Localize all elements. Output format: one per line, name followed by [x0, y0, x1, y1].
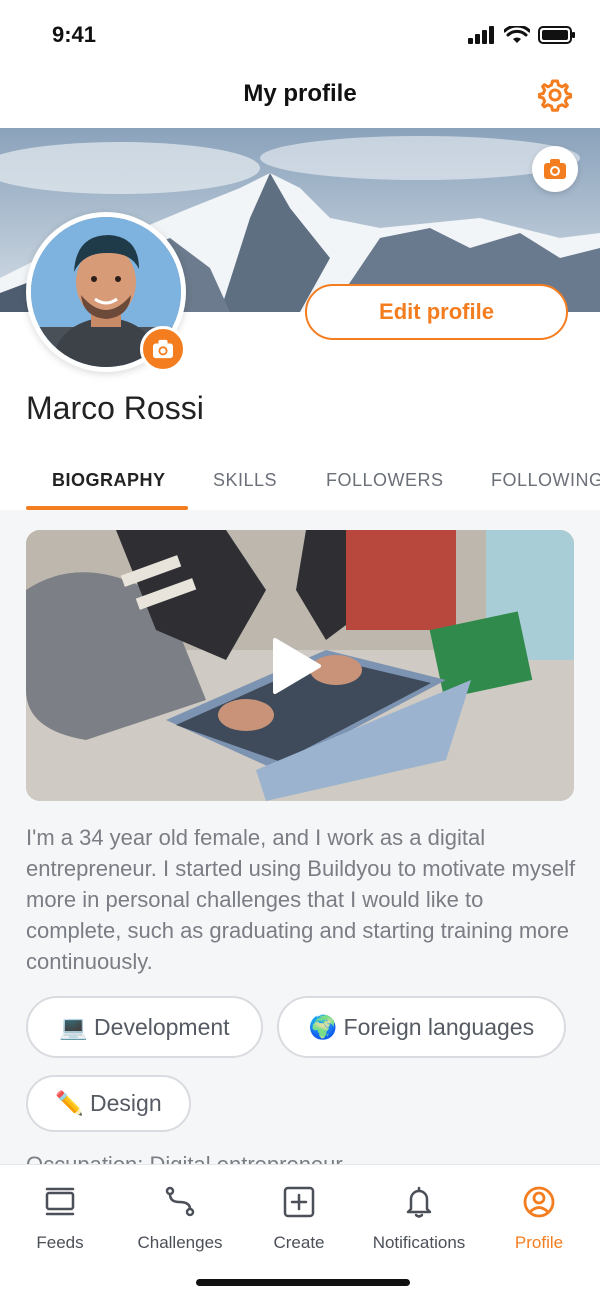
signal-icon: [468, 26, 494, 44]
interest-chip-design[interactable]: ✏️ Design: [26, 1075, 191, 1132]
pencil-icon: ✏️: [55, 1090, 85, 1116]
gear-icon[interactable]: [538, 78, 572, 112]
tabbar-item-notifications[interactable]: Notifications: [359, 1185, 479, 1253]
tabbar-item-profile[interactable]: Profile: [479, 1185, 599, 1253]
camera-icon: [153, 339, 173, 359]
tabbar-item-create[interactable]: Create: [239, 1185, 359, 1253]
tab-following[interactable]: FOLLOWING: [491, 470, 600, 491]
tabbar-item-challenges[interactable]: Challenges: [120, 1185, 240, 1253]
wifi-icon: [504, 26, 530, 43]
camera-icon: [544, 159, 566, 179]
home-indicator: [196, 1279, 410, 1286]
status-bar: 9:41: [0, 0, 600, 70]
tab-followers[interactable]: FOLLOWERS: [326, 470, 444, 491]
chip-label: Foreign languages: [343, 1013, 535, 1040]
play-icon[interactable]: [265, 636, 325, 696]
page-title: My profile: [243, 80, 357, 107]
tabbar-item-feeds[interactable]: Feeds: [0, 1185, 120, 1253]
tab-biography[interactable]: BIOGRAPHY: [52, 470, 166, 491]
tabbar-label: Feeds: [36, 1233, 84, 1252]
interest-chip-development[interactable]: 💻 Development: [26, 996, 263, 1058]
change-cover-button[interactable]: [532, 146, 578, 192]
profile-icon: [523, 1186, 555, 1218]
interest-chip-foreign-languages[interactable]: 🌍 Foreign languages: [277, 996, 566, 1058]
laptop-icon: 💻: [59, 1013, 89, 1040]
tabbar-label: Profile: [514, 1233, 564, 1252]
feeds-icon: [45, 1187, 75, 1216]
challenges-icon: [165, 1186, 195, 1217]
tabbar-label: Notifications: [372, 1233, 466, 1252]
status-icons: [468, 26, 576, 44]
globe-icon: 🌍: [308, 1013, 338, 1040]
active-tab-indicator: [26, 506, 188, 510]
tabbar-label: Challenges: [137, 1233, 223, 1252]
profile-tabs: BIOGRAPHY SKILLS FOLLOWERS FOLLOWING: [0, 458, 600, 510]
bell-icon: [406, 1186, 432, 1218]
battery-icon: [538, 26, 575, 44]
create-icon: [283, 1186, 315, 1218]
chip-label: Design: [90, 1090, 162, 1116]
tabbar-label: Create: [273, 1233, 325, 1252]
status-time: 9:41: [52, 22, 97, 47]
edit-profile-button[interactable]: Edit profile: [305, 284, 568, 340]
chip-label: Development: [94, 1013, 230, 1040]
navigation-bar: My profile: [0, 70, 600, 128]
biography-text: I'm a 34 year old female, and I work as …: [26, 825, 576, 974]
tab-skills[interactable]: SKILLS: [213, 470, 277, 491]
change-avatar-button[interactable]: [140, 326, 186, 372]
profile-name: Marco Rossi: [26, 390, 204, 426]
